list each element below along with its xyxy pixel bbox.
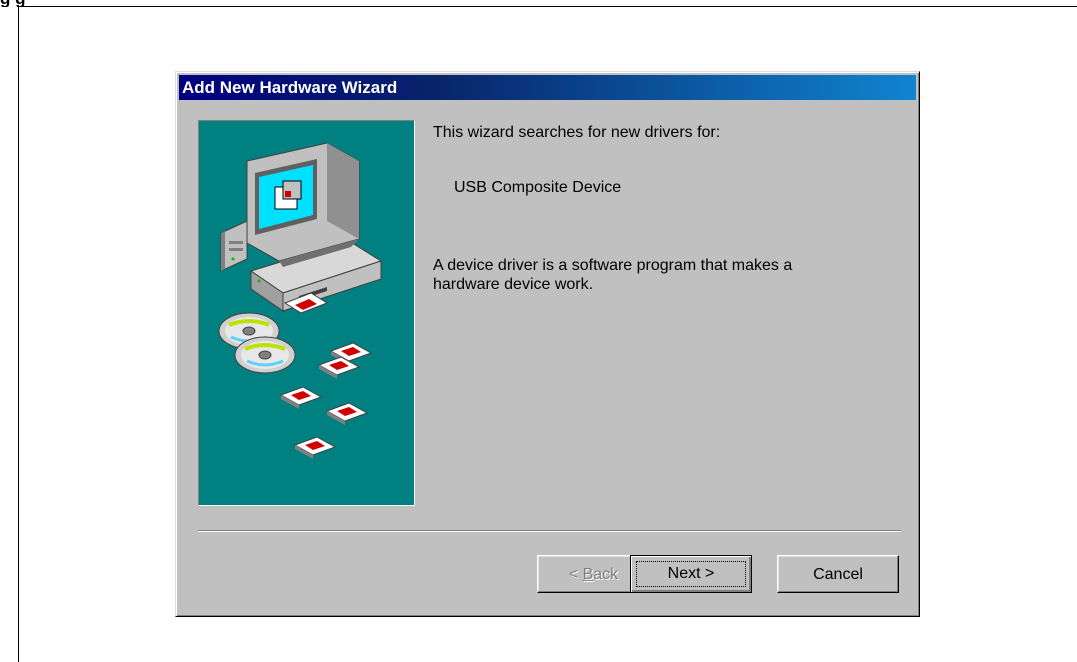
cancel-button[interactable]: Cancel — [777, 555, 899, 593]
next-button-label: Next > — [636, 561, 746, 587]
cd-disc-icon — [218, 312, 296, 374]
back-button-mnemonic: B — [582, 565, 594, 583]
title-bar[interactable]: Add New Hardware Wizard — [179, 75, 916, 100]
intro-text: This wizard searches for new drivers for… — [433, 124, 721, 141]
device-name: USB Composite Device — [454, 179, 622, 196]
window-title: Add New Hardware Wizard — [182, 78, 398, 97]
button-separator — [198, 530, 901, 532]
wizard-illustration — [198, 120, 415, 506]
next-button[interactable]: Next > — [630, 555, 752, 593]
back-button-prefix: < — [568, 565, 583, 583]
floppy-disk-icon — [279, 342, 373, 459]
add-hardware-wizard-dialog: Add New Hardware Wizard This wizard sear… — [175, 71, 920, 617]
illustration-art — [218, 142, 383, 459]
monitor-icon — [246, 142, 360, 267]
back-button-rest: ack — [593, 565, 619, 583]
driver-description: A device driver is a software program th… — [433, 257, 793, 293]
